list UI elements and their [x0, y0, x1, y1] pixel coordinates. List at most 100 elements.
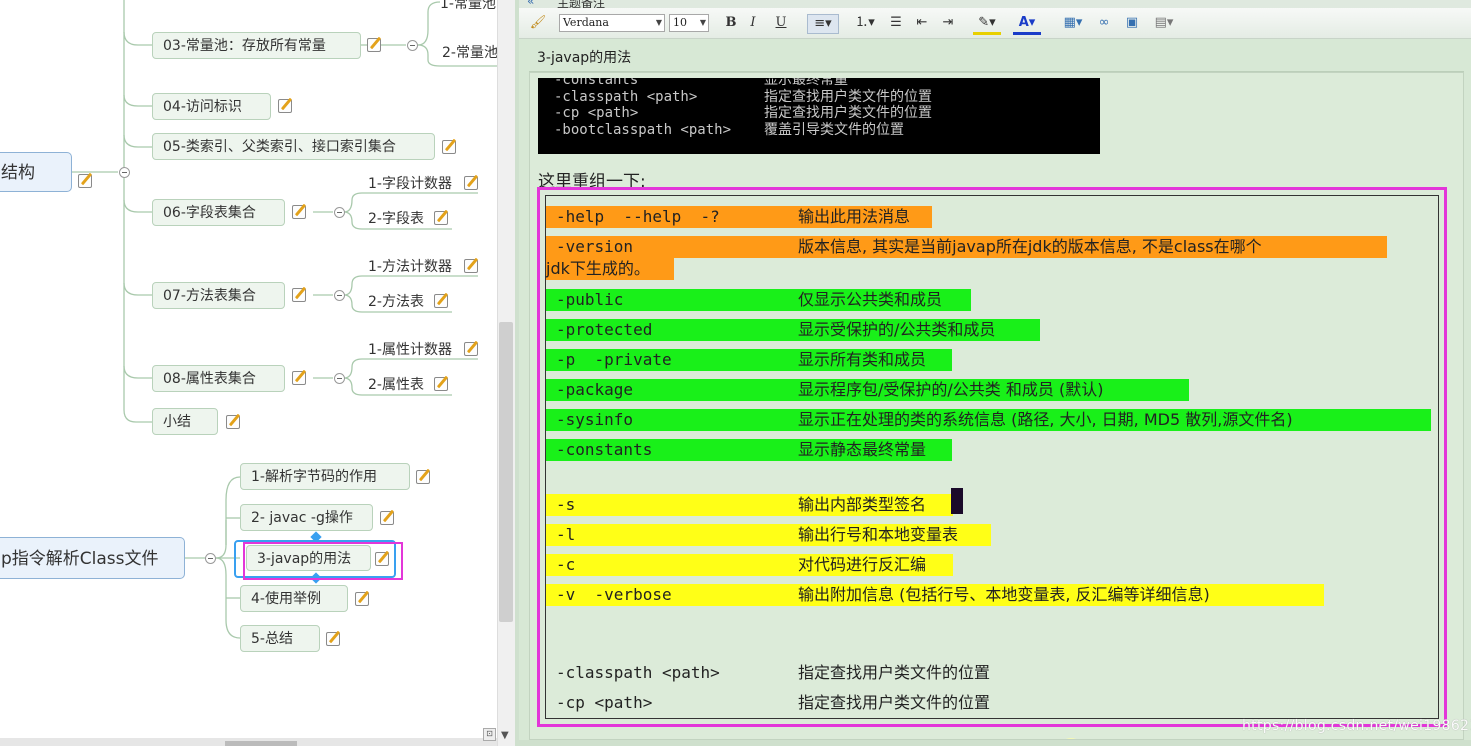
note-icon[interactable]: [355, 592, 369, 606]
note-icon[interactable]: [226, 415, 240, 429]
insert-link-icon[interactable]: ∞: [1095, 14, 1113, 32]
more-options-icon[interactable]: ▤▾: [1149, 14, 1179, 32]
insert-image-icon[interactable]: ▣: [1123, 14, 1141, 32]
option-s: -s: [546, 494, 798, 516]
mindmap-pane[interactable]: 1-常量池 2-常量池 03-常量池：存放所有常量 04-访问标识 05-类索引…: [0, 0, 515, 746]
rich-text-editor[interactable]: -constants 显示最终常量 -classpath <path> 指定查找用户…: [529, 72, 1464, 740]
note-icon[interactable]: [278, 99, 292, 113]
note-icon[interactable]: [464, 342, 478, 356]
node-05-class-index[interactable]: 05-类索引、父类索引、接口索引集合: [152, 133, 435, 160]
note-icon[interactable]: [464, 176, 478, 190]
note-icon[interactable]: [434, 377, 448, 391]
collapse-toggle-icon[interactable]: [334, 290, 345, 301]
node-summary[interactable]: 小结: [152, 408, 218, 435]
node-08-attribute-table[interactable]: 08-属性表集合: [152, 365, 285, 392]
font-family-value: Verdana: [563, 16, 609, 29]
note-icon[interactable]: [464, 259, 478, 273]
option-classpath-desc: 指定查找用户类文件的位置: [798, 663, 991, 682]
note-icon[interactable]: [78, 174, 92, 188]
option-package: -package: [546, 379, 798, 401]
font-size-select[interactable]: 10 ▼: [669, 14, 709, 32]
format-painter-icon[interactable]: 🖌: [529, 14, 547, 32]
note-icon[interactable]: [292, 288, 306, 302]
collapse-toggle-icon[interactable]: [407, 40, 418, 51]
scrollbar-thumb[interactable]: [499, 322, 513, 622]
fit-view-icon[interactable]: ⊡: [483, 728, 496, 741]
console-line: -constants 显示最终常量: [554, 78, 1100, 89]
node-attribute-counter[interactable]: 1-属性计数器: [368, 338, 452, 362]
italic-button[interactable]: I: [745, 14, 761, 32]
note-icon[interactable]: [434, 211, 448, 225]
option-help: -help --help -?: [546, 206, 798, 228]
console-option: -constants: [554, 78, 639, 88]
magenta-highlight-box: [243, 542, 403, 580]
note-icon[interactable]: [367, 38, 381, 52]
collapse-toggle-icon[interactable]: [334, 207, 345, 218]
option-c: -c: [546, 554, 798, 576]
outdent-icon[interactable]: ⇤: [913, 14, 931, 32]
node-javap-4[interactable]: 4-使用举例: [240, 585, 348, 612]
root-node-javap[interactable]: p指令解析Class文件: [0, 537, 185, 579]
node-javap-2[interactable]: 2- javac -g操作: [240, 504, 373, 531]
note-icon[interactable]: [326, 632, 340, 646]
text-cursor: [951, 488, 963, 514]
note-icon[interactable]: [434, 294, 448, 308]
indent-icon[interactable]: ⇥: [939, 14, 957, 32]
console-line: -classpath <path> 指定查找用户类文件的位置: [554, 89, 1100, 106]
horizontal-scrollbar[interactable]: [0, 738, 497, 746]
node-06-field-table[interactable]: 06-字段表集合: [152, 199, 285, 226]
notes-panel-header: « 主题备注: [519, 0, 1471, 8]
selection-highlight-box: -help --help -? 输出此用法消息 -version 版本信息, 其…: [537, 187, 1447, 739]
node-javap-1[interactable]: 1-解析字节码的作用: [240, 463, 410, 490]
node-javap-5[interactable]: 5-总结: [240, 625, 320, 652]
notes-pane: « 主题备注 🖌 Verdana ▼ 10 ▼ B I U ≡▾ ⒈▾ ☰ ⇤ ⇥ …: [515, 0, 1471, 746]
node-attribute-table[interactable]: 2-属性表: [368, 373, 424, 397]
underline-button[interactable]: U: [773, 14, 789, 32]
font-color-icon[interactable]: A▾: [1013, 14, 1041, 35]
node-03-constant-pool[interactable]: 03-常量池：存放所有常量: [152, 32, 361, 59]
highlight-color-icon[interactable]: ✎▾: [973, 14, 1001, 35]
node-method-table[interactable]: 2-方法表: [368, 290, 424, 314]
scroll-down-icon[interactable]: ▼: [501, 730, 509, 741]
font-family-select[interactable]: Verdana ▼: [559, 14, 665, 32]
option-protected: -protected: [546, 319, 798, 341]
option-version-desc: 版本信息, 其实是当前javap所在jdk的版本信息, 不是class在哪个: [798, 236, 1387, 258]
console-description: 指定查找用户类文件的位置: [764, 88, 932, 105]
collapse-toggle-icon[interactable]: [119, 167, 130, 178]
note-icon[interactable]: [442, 140, 456, 154]
node-04-access-flags[interactable]: 04-访问标识: [152, 93, 271, 120]
option-package-desc: 显示程序包/受保护的/公共类 和成员 (默认): [798, 379, 1189, 401]
option-s-desc: 输出内部类型签名: [798, 494, 953, 516]
collapse-toggle-icon[interactable]: [334, 373, 345, 384]
collapse-toggle-icon[interactable]: [205, 553, 216, 564]
node-constant-pool-1[interactable]: 1-常量池: [440, 0, 496, 16]
option-verbose-desc: 输出附加信息 (包括行号、本地变量表, 反汇编等详细信息): [798, 584, 1324, 606]
root-node-structure[interactable]: 结构: [0, 152, 72, 192]
node-method-counter[interactable]: 1-方法计数器: [368, 255, 452, 279]
scrollbar-thumb[interactable]: [225, 741, 297, 746]
option-verbose: -v -verbose: [546, 584, 798, 606]
console-screenshot: -constants 显示最终常量 -classpath <path> 指定查找用户…: [538, 78, 1100, 154]
status-strip: [519, 740, 1471, 746]
topic-title: 3-javap的用法: [529, 44, 1464, 72]
note-icon[interactable]: [416, 470, 430, 484]
numbered-list-icon[interactable]: ⒈▾: [851, 14, 879, 32]
note-icon[interactable]: [380, 511, 394, 525]
bold-button[interactable]: B: [723, 14, 739, 32]
note-icon[interactable]: [292, 205, 306, 219]
console-option: -cp <path>: [554, 105, 639, 121]
option-private: -p -private: [546, 349, 798, 371]
node-constant-pool-2[interactable]: 2-常量池: [442, 41, 498, 65]
node-field-counter[interactable]: 1-字段计数器: [368, 172, 452, 196]
node-07-method-table[interactable]: 07-方法表集合: [152, 282, 285, 309]
watermark-text: https://blog.csdn.net/wei198621: [1242, 718, 1471, 734]
console-description: 显示最终常量: [764, 78, 848, 88]
insert-table-icon[interactable]: ▦▾: [1059, 14, 1087, 32]
note-icon[interactable]: [292, 371, 306, 385]
align-left-icon[interactable]: ≡▾: [807, 14, 839, 34]
option-constants-desc: 显示静态最终常量: [798, 439, 952, 461]
collapse-panel-icon[interactable]: «: [527, 0, 534, 8]
option-private-desc: 显示所有类和成员: [798, 349, 952, 371]
bullet-list-icon[interactable]: ☰: [887, 14, 905, 32]
node-field-table[interactable]: 2-字段表: [368, 207, 424, 231]
